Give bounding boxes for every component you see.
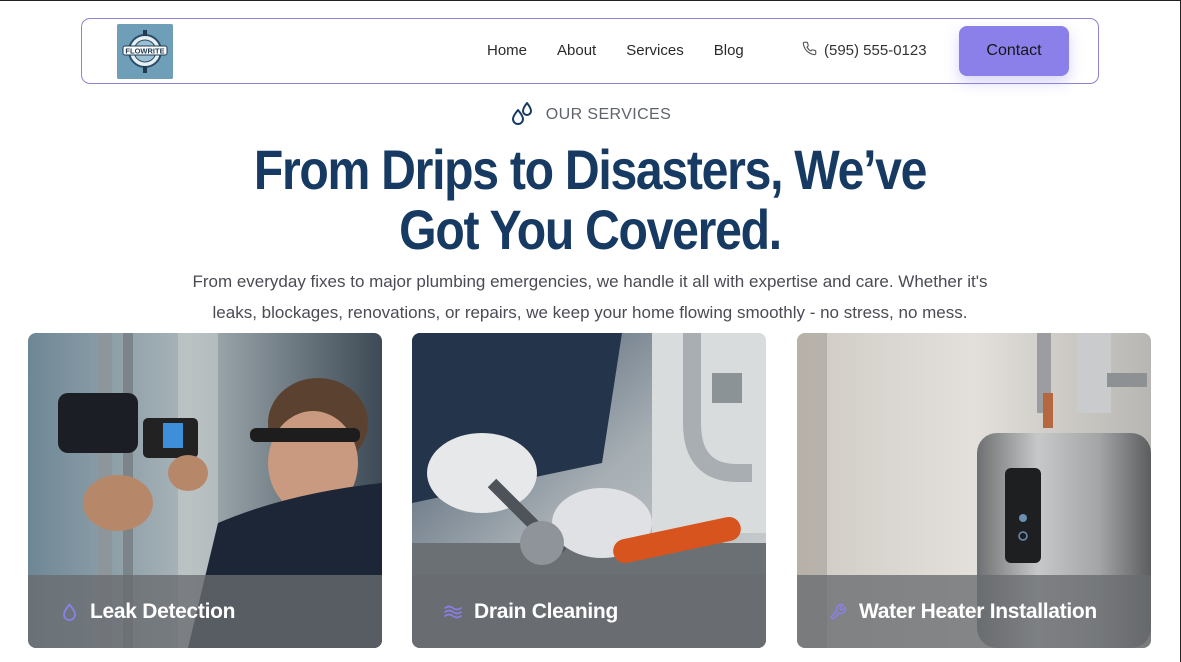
nav-about-link[interactable]: About xyxy=(557,42,596,59)
nav-services-link[interactable]: Services xyxy=(626,42,684,59)
section-eyebrow: OUR SERVICES xyxy=(0,101,1181,129)
waves-icon xyxy=(444,603,462,621)
service-card-drain-cleaning[interactable]: Drain Cleaning xyxy=(412,333,766,648)
water-drops-icon xyxy=(510,101,536,129)
service-card-leak-detection[interactable]: Leak Detection xyxy=(28,333,382,648)
card-caption: Leak Detection xyxy=(28,575,382,648)
droplet-icon xyxy=(60,602,78,621)
card-caption: Water Heater Installation xyxy=(797,575,1151,648)
card-title: Leak Detection xyxy=(90,599,236,623)
logo-text: FLOWRITE xyxy=(125,47,164,56)
phone-icon xyxy=(802,41,817,60)
card-title: Drain Cleaning xyxy=(474,599,618,623)
service-card-water-heater-installation[interactable]: Water Heater Installation xyxy=(797,333,1151,648)
card-title: Water Heater Installation xyxy=(859,599,1097,623)
nav-blog-link[interactable]: Blog xyxy=(714,42,744,59)
hero-subtext: From everyday fixes to major plumbing em… xyxy=(192,272,988,322)
phone-number: (595) 555-0123 xyxy=(824,42,927,59)
navbar: FLOWRITE Home About Services Blog (595) … xyxy=(81,18,1099,84)
page-title: From Drips to Disasters, We’ve Got You C… xyxy=(253,138,928,261)
eyebrow-label: OUR SERVICES xyxy=(545,106,672,123)
card-caption: Drain Cleaning xyxy=(412,575,766,648)
phone-link[interactable]: (595) 555-0123 xyxy=(802,41,927,60)
contact-button[interactable]: Contact xyxy=(959,26,1069,76)
nav-links: Home About Services Blog xyxy=(487,42,774,59)
nav-home-link[interactable]: Home xyxy=(487,42,527,59)
wrench-icon xyxy=(829,603,847,621)
brand-logo[interactable]: FLOWRITE xyxy=(117,24,173,79)
